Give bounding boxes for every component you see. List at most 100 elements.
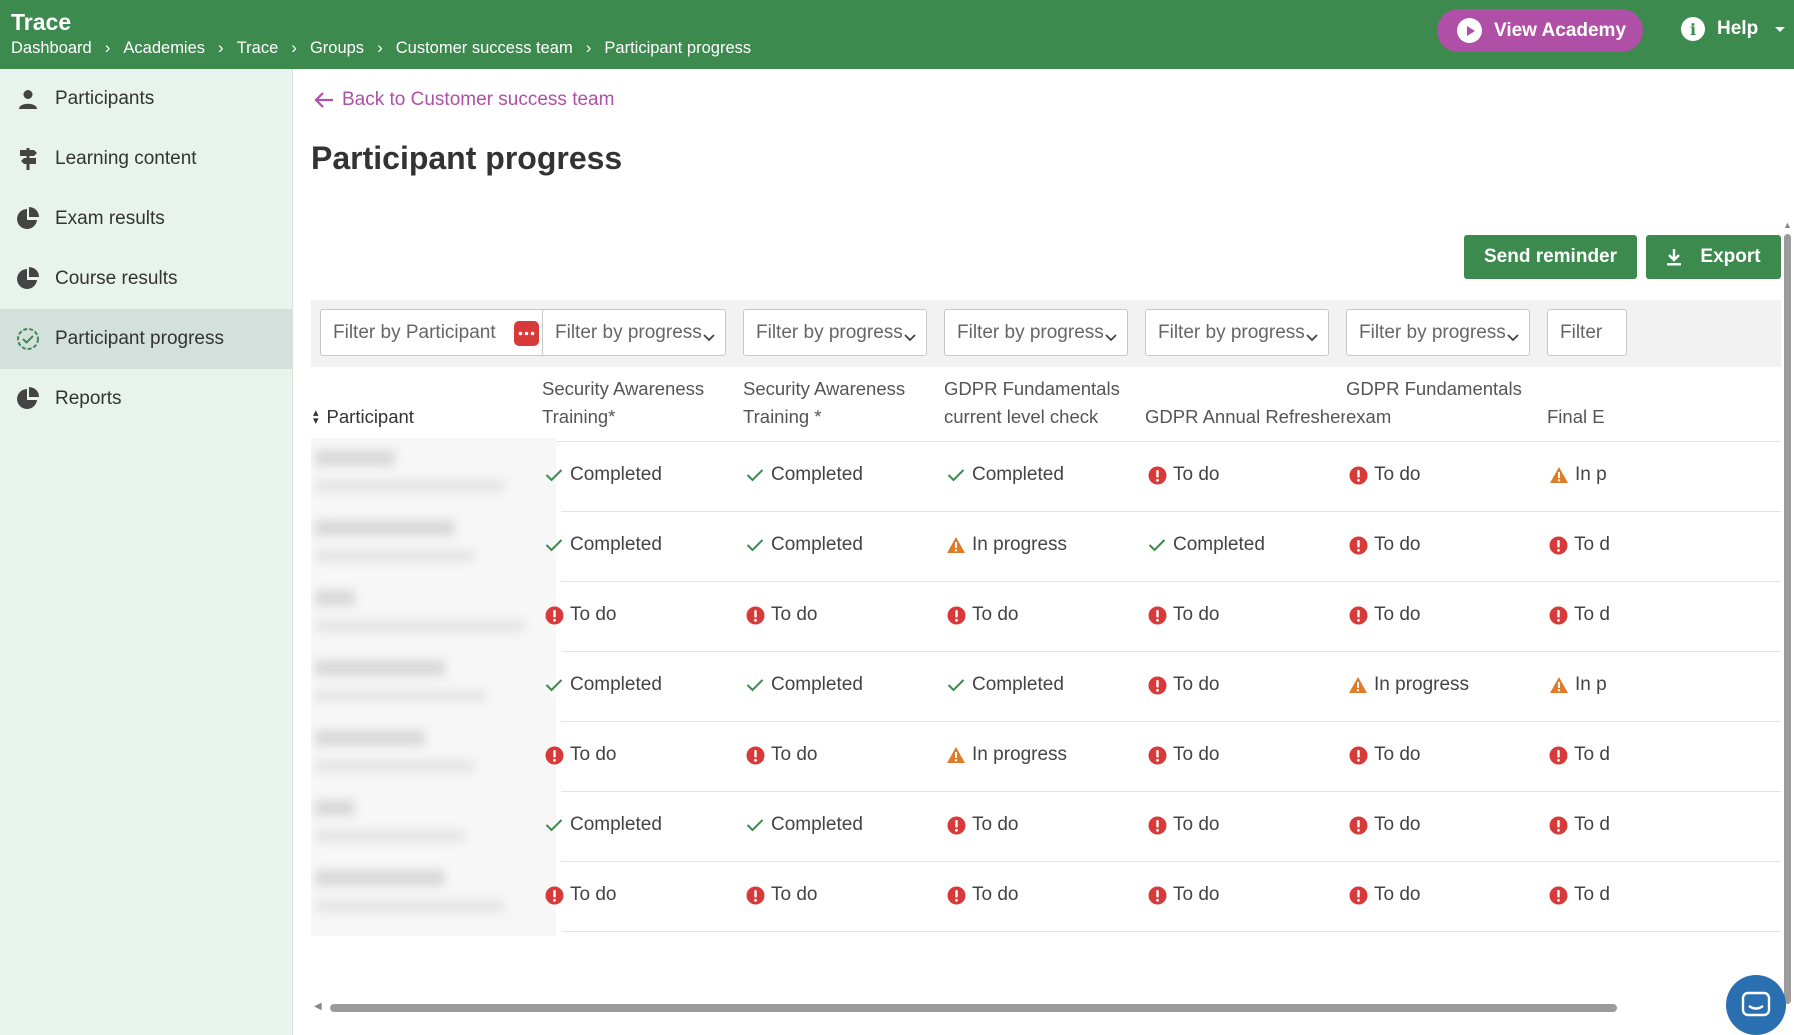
status-cell: To do (1147, 884, 1219, 906)
status-cell: To do (1348, 814, 1420, 836)
alert-circle-icon (946, 605, 966, 625)
blurred-name (315, 730, 425, 746)
row-divider (561, 511, 1781, 512)
alert-circle-icon (745, 745, 765, 765)
horizontal-scrollbar[interactable]: ◀ (311, 1001, 1781, 1015)
check-icon (745, 815, 765, 835)
status-label: In progress (972, 534, 1068, 555)
warning-triangle-icon (946, 535, 966, 555)
breadcrumb-trace[interactable]: Trace (237, 39, 279, 58)
progress-filter-select[interactable]: Filter (1547, 309, 1627, 356)
status-label: In progress (972, 744, 1068, 765)
status-cell: To do (1348, 534, 1420, 556)
progress-filter-select[interactable]: Filter by progress (944, 309, 1128, 356)
breadcrumb-group[interactable]: Customer success team (396, 39, 573, 58)
sidebar-item-participant-progress[interactable]: Participant progress (0, 309, 292, 369)
status-label: To d (1574, 884, 1609, 905)
participant-cell[interactable] (311, 648, 556, 726)
column-header-line: current level check (944, 406, 1099, 427)
status-cell: Completed (544, 464, 662, 486)
help-menu[interactable]: i Help (1681, 17, 1786, 41)
sidebar-item-label: Learning content (55, 148, 197, 169)
row-divider (561, 791, 1781, 792)
more-icon[interactable] (514, 321, 539, 346)
progress-filter-select[interactable]: Filter by progress (1145, 309, 1329, 356)
status-label: To do (771, 744, 818, 765)
progress-filter-select[interactable]: Filter by progress (1346, 309, 1530, 356)
participant-cell[interactable] (311, 718, 556, 796)
status-label: In p (1575, 674, 1607, 695)
check-icon (544, 675, 564, 695)
breadcrumb-groups[interactable]: Groups (310, 39, 364, 58)
participant-cell[interactable] (311, 788, 556, 866)
sidebar-item-exam-results[interactable]: Exam results (0, 189, 292, 249)
check-icon (745, 675, 765, 695)
status-label: To do (972, 814, 1019, 835)
participant-cell[interactable] (311, 508, 556, 586)
status-cell: To do (1147, 464, 1219, 486)
status-cell: Completed (745, 534, 863, 556)
status-cell: To do (1147, 814, 1219, 836)
status-label: To do (972, 884, 1019, 905)
sidebar-item-reports[interactable]: Reports (0, 369, 292, 429)
sidebar-item-participants[interactable]: Participants (0, 69, 292, 129)
send-reminder-button[interactable]: Send reminder (1464, 235, 1637, 279)
column-header-line: GDPR Fundamentals (944, 378, 1120, 399)
sidebar-item-label: Participant progress (55, 328, 224, 349)
progress-filter-select[interactable]: Filter by progress (542, 309, 726, 356)
participant-cell[interactable] (311, 438, 556, 516)
back-link[interactable]: Back to Customer success team (314, 89, 614, 111)
status-label: In progress (1374, 674, 1470, 695)
progress-filter-select[interactable]: Filter by progress (743, 309, 927, 356)
horizontal-scroll-thumb[interactable] (330, 1004, 1617, 1012)
chat-launcher-button[interactable] (1726, 975, 1786, 1035)
alert-circle-icon (1348, 535, 1368, 555)
breadcrumb-dashboard[interactable]: Dashboard (11, 39, 92, 58)
sidebar-item-course-results[interactable]: Course results (0, 249, 292, 309)
course-column-header: GDPR Annual Refresher* (1145, 375, 1345, 431)
status-label: Completed (570, 814, 662, 835)
status-cell: To d (1549, 744, 1609, 766)
participant-column-header[interactable]: ▴ ▾ Participant (313, 403, 414, 431)
alert-circle-icon (1348, 885, 1368, 905)
vertical-scroll-thumb[interactable] (1784, 234, 1791, 1004)
chevron-down-icon (703, 326, 715, 348)
status-label: To do (1173, 464, 1220, 485)
progress-filter-placeholder: Filter by progress (1158, 321, 1305, 343)
check-icon (946, 675, 966, 695)
scroll-left-icon[interactable]: ◀ (314, 1001, 322, 1012)
progress-filter-placeholder: Filter by progress (1359, 321, 1506, 343)
participant-filter-input[interactable]: Filter by Participant (320, 309, 556, 356)
course-column-header: Security Awareness Training * (743, 375, 943, 431)
status-cell: To do (745, 604, 817, 626)
column-header-line: Security Awareness (743, 378, 906, 399)
blurred-email (315, 900, 505, 912)
status-label: Completed (771, 674, 863, 695)
sidebar-item-label: Exam results (55, 208, 165, 229)
status-cell: In progress (946, 534, 1067, 556)
view-academy-button[interactable]: View Academy (1437, 9, 1643, 52)
status-label: To do (1173, 814, 1220, 835)
blurred-name (315, 870, 445, 886)
blurred-email (315, 480, 505, 492)
vertical-scrollbar[interactable]: ▲ (1781, 220, 1794, 1010)
scroll-up-icon[interactable]: ▲ (1783, 220, 1792, 230)
sidebar: Participants Learning content Exam resul… (0, 69, 293, 1035)
column-header-line (1145, 375, 1345, 403)
chevron-right-icon: › (218, 38, 224, 57)
status-cell: To d (1549, 814, 1609, 836)
sidebar-item-learning-content[interactable]: Learning content (0, 129, 292, 189)
sidebar-item-label: Reports (55, 388, 122, 409)
participant-header-label: Participant (326, 406, 414, 427)
status-cell: To do (1348, 464, 1420, 486)
blurred-name (315, 590, 355, 606)
column-header-line: GDPR Annual Refresher* (1145, 406, 1345, 427)
status-cell: To do (745, 884, 817, 906)
breadcrumb-academies[interactable]: Academies (123, 39, 205, 58)
participant-cell[interactable] (311, 858, 556, 936)
export-button[interactable]: Export (1646, 235, 1781, 279)
alert-circle-icon (946, 885, 966, 905)
sort-icon: ▴ ▾ (313, 407, 319, 427)
participant-cell[interactable] (311, 578, 556, 656)
check-icon (544, 535, 564, 555)
